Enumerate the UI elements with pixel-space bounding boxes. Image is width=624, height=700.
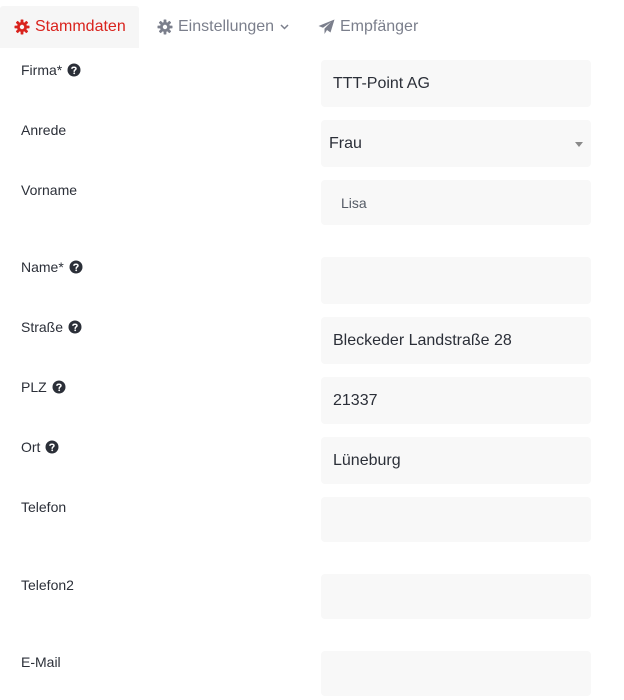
tab-einstellungen-label: Einstellungen [178, 18, 275, 35]
strasse-label: Straße [21, 318, 82, 336]
email-label: E-Mail [21, 654, 61, 670]
tab-bar: Stammdaten Einstellungen Empfänger [0, 0, 624, 48]
question-circle-icon[interactable] [45, 440, 59, 454]
tab-empfaenger[interactable]: Empfänger [318, 6, 418, 48]
question-circle-icon[interactable] [67, 63, 81, 77]
dropdown-arrow-icon [575, 141, 583, 147]
plz-input[interactable]: 21337 [321, 377, 591, 424]
tab-empfaenger-label: Empfänger [340, 18, 419, 35]
telefon2-label: Telefon2 [21, 577, 74, 593]
tab-einstellungen[interactable]: Einstellungen [157, 6, 289, 48]
question-circle-icon[interactable] [69, 260, 83, 274]
vorname-input[interactable]: Lisa [321, 180, 591, 225]
question-circle-icon[interactable] [68, 320, 82, 334]
email-input[interactable] [321, 651, 591, 696]
anrede-select[interactable]: Frau [321, 120, 591, 167]
vorname-label: Vorname [21, 182, 78, 198]
firma-input[interactable]: TTT-Point AG [321, 60, 591, 107]
question-circle-icon[interactable] [52, 380, 66, 394]
anrede-label: Anrede [21, 122, 67, 138]
firma-label: Firma* [21, 61, 81, 79]
paper-plane-icon [318, 19, 335, 35]
gear-icon [14, 19, 30, 35]
chevron-down-icon [280, 24, 289, 30]
gear-icon [157, 19, 173, 35]
ort-input[interactable]: Lüneburg [321, 437, 591, 484]
telefon2-input[interactable] [321, 574, 591, 619]
telefon-input[interactable] [321, 497, 591, 542]
ort-label: Ort [21, 438, 59, 456]
plz-label: PLZ [21, 378, 66, 396]
name-label: Name* [21, 258, 83, 276]
tab-stammdaten-label: Stammdaten [35, 18, 126, 35]
name-input[interactable] [321, 257, 591, 304]
strasse-input[interactable]: Bleckeder Landstraße 28 [321, 317, 591, 364]
tab-stammdaten[interactable]: Stammdaten [0, 6, 139, 48]
telefon-label: Telefon [21, 499, 67, 515]
